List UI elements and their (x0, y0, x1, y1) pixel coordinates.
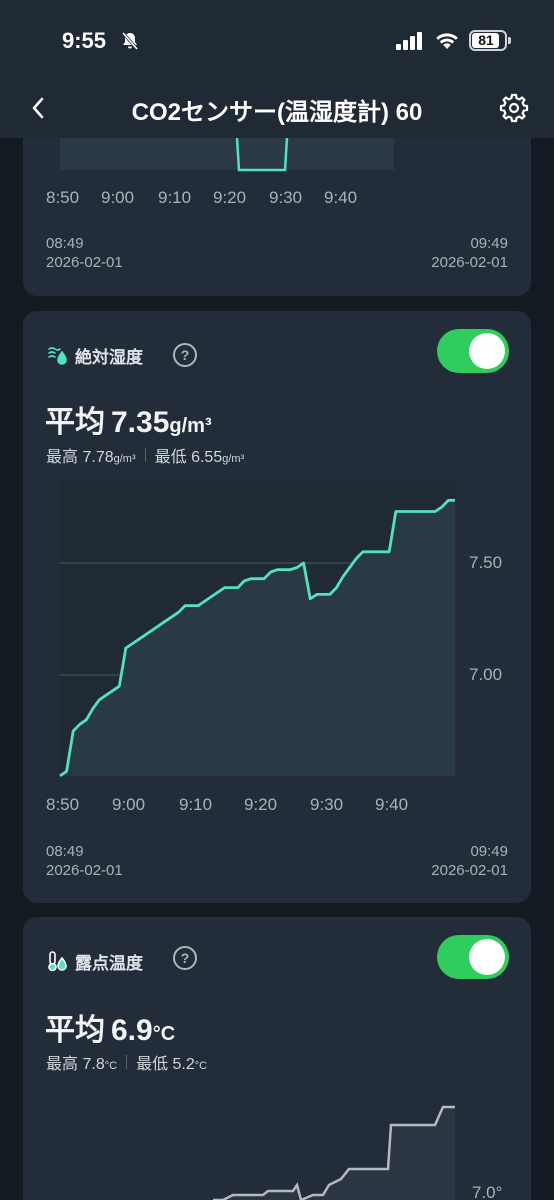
x-tick: 9:10 (179, 795, 213, 814)
range-end: 09:49 2026-02-01 (431, 842, 508, 880)
range-start: 08:49 2026-02-01 (46, 842, 123, 880)
x-tick: 8:50 (46, 188, 80, 207)
settings-button[interactable] (498, 92, 530, 124)
x-tick: 9:20 (213, 188, 247, 207)
max-unit: g/m³ (113, 453, 136, 465)
battery-icon: 81 (469, 30, 507, 51)
max-value: 7.78 (82, 449, 114, 466)
x-tick: 9:30 (269, 188, 303, 207)
divider (144, 448, 146, 462)
card-title: 絶対湿度 (75, 347, 143, 367)
min-unit: °C (194, 1060, 208, 1072)
toggle-knob (469, 333, 505, 369)
help-icon[interactable]: ? (173, 343, 197, 367)
toggle-knob (469, 939, 505, 975)
y-tick: 7.00 (469, 665, 503, 684)
min-label: 最低 (154, 449, 187, 466)
min-max-stats: 最高 7.78 g/m³ 最低 6.55 g/m³ (46, 443, 244, 467)
average-value: 平均 7.35g/m³ (45, 397, 212, 441)
bell-off-icon (121, 32, 139, 50)
y-tick: 7.50 (469, 553, 503, 572)
avg-unit: °C (152, 1023, 176, 1045)
help-icon[interactable]: ? (173, 946, 197, 970)
range-start-date: 2026-02-01 (46, 862, 123, 879)
cellular-signal-icon (396, 32, 422, 50)
min-unit: g/m³ (222, 453, 245, 465)
co2-chart-card: 8:50 9:00 9:10 9:20 9:30 9:40 08:49 2026… (23, 138, 531, 296)
range-end: 09:49 2026-02-01 (431, 234, 508, 272)
absolute-humidity-card: 絶対湿度 ? 平均 7.35g/m³ 最高 7.78 g/m³ 最低 6.55 g/m… (23, 311, 531, 903)
range-start-time: 08:49 (46, 235, 84, 252)
humidity-icon (48, 347, 67, 365)
x-tick: 9:00 (112, 795, 146, 814)
max-label: 最高 (46, 449, 79, 466)
dew-point-toggle[interactable] (437, 935, 509, 979)
range-end-date: 2026-02-01 (431, 862, 508, 879)
range-start-date: 2026-02-01 (46, 254, 123, 271)
range-end-time: 09:49 (470, 843, 508, 860)
x-tick: 9:00 (101, 188, 135, 207)
card-title: 露点温度 (75, 953, 143, 973)
nav-header: CO2センサー(温湿度計) 60 (0, 82, 554, 138)
max-unit: °C (104, 1060, 118, 1072)
dew-point-chart[interactable] (23, 1103, 531, 1200)
range-end-time: 09:49 (470, 235, 508, 252)
x-tick: 8:50 (46, 795, 80, 814)
x-tick: 9:20 (244, 795, 278, 814)
max-value: 7.8 (82, 1056, 105, 1073)
y-tick: 7.0° (472, 1183, 503, 1200)
card-header: 絶対湿度 (47, 341, 143, 369)
avg-unit: g/m³ (169, 415, 212, 437)
avg-label: 平均 (45, 1014, 105, 1047)
divider (126, 1055, 128, 1069)
x-tick: 9:40 (324, 188, 358, 207)
status-bar: 9:55 81 (0, 0, 554, 82)
wifi-icon (436, 33, 458, 49)
max-label: 最高 (46, 1056, 79, 1073)
avg-number: 6.9 (111, 1014, 153, 1047)
x-tick: 9:40 (375, 795, 409, 814)
thermometer-drop-icon (48, 951, 67, 972)
page-title: CO2センサー(温湿度計) 60 (131, 99, 423, 126)
x-tick: 9:10 (158, 188, 192, 207)
avg-number: 7.35 (111, 406, 170, 439)
absolute-humidity-toggle[interactable] (437, 329, 509, 373)
absolute-humidity-chart[interactable] (23, 481, 531, 781)
range-start: 08:49 2026-02-01 (46, 234, 123, 272)
min-value: 6.55 (191, 449, 223, 466)
x-tick: 9:30 (310, 795, 344, 814)
range-start-time: 08:49 (46, 843, 84, 860)
range-end-date: 2026-02-01 (431, 254, 508, 271)
gear-icon (499, 93, 529, 123)
average-value: 平均 6.9°C (45, 1005, 175, 1049)
min-value: 5.2 (172, 1056, 195, 1073)
battery-level: 81 (478, 32, 494, 48)
co2-chart (60, 138, 394, 172)
avg-label: 平均 (45, 406, 105, 439)
min-max-stats: 最高 7.8 °C 最低 5.2 °C (46, 1050, 207, 1074)
card-header: 露点温度 (47, 947, 143, 975)
status-time: 9:55 (62, 28, 107, 53)
min-label: 最低 (136, 1056, 169, 1073)
dew-point-card: 露点温度 ? 平均 6.9°C 最高 7.8 °C 最低 5.2 °C 7.0° (23, 917, 531, 1200)
